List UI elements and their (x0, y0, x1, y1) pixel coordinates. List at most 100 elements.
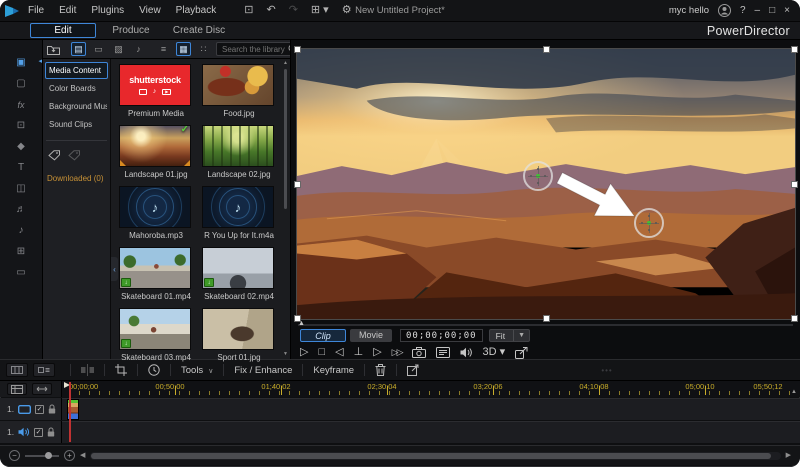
workspace-layout-icon[interactable]: ⊞ ▾ (311, 5, 329, 16)
storyboard-view-button[interactable] (33, 363, 55, 377)
resize-handle[interactable] (295, 47, 300, 52)
category-background-music[interactable]: Background Music (45, 98, 108, 115)
menu-edit[interactable]: Edit (59, 5, 76, 16)
media-thumbnail[interactable]: ↓ (202, 247, 274, 289)
subtitle-room-icon[interactable]: ▭ (0, 262, 42, 283)
add-tag-icon[interactable] (48, 148, 61, 166)
zoom-in-button[interactable]: + (64, 450, 75, 461)
fast-forward-button[interactable]: ▷▷ (392, 348, 402, 357)
range-select-icon[interactable] (407, 364, 420, 376)
import-media-icon[interactable] (46, 42, 61, 56)
media-item-landscape-01-jpg[interactable]: ✓Landscape 01.jpg (119, 125, 193, 186)
menu-plugins[interactable]: Plugins (91, 5, 124, 16)
zoom-fit-dropdown[interactable]: Fit ▼ (489, 329, 530, 342)
project-room-icon[interactable]: ▢ (0, 73, 42, 94)
resize-handle[interactable] (544, 47, 549, 52)
playhead[interactable] (69, 382, 71, 442)
preview-seekbar[interactable]: ▲ (298, 321, 793, 327)
media-thumbnail[interactable]: ↓ (119, 247, 191, 289)
tab-produce[interactable]: Produce (98, 23, 164, 38)
timeline-scrollbar[interactable] (90, 452, 780, 460)
lock-icon[interactable] (47, 427, 55, 437)
keyframe-button[interactable]: Keyframe (313, 365, 354, 376)
grid-scrollbar[interactable]: ▲ ▼ (283, 61, 288, 357)
transition-room-icon[interactable]: ◫ (0, 178, 42, 199)
media-item-premium-media[interactable]: shutterstock♪▶Premium Media (119, 64, 193, 125)
menu-file[interactable]: File (28, 5, 44, 16)
view-small-grid-icon[interactable]: ∷ (196, 42, 211, 56)
view-grid-icon[interactable]: ▦ (176, 42, 191, 56)
scrollbar-thumb[interactable] (284, 69, 287, 209)
menu-view[interactable]: View (139, 5, 161, 16)
track-enable-checkbox[interactable]: ✓ (35, 405, 44, 414)
downloaded-label[interactable]: Downloaded (0) (43, 168, 110, 189)
track-content[interactable] (62, 421, 800, 443)
scroll-down-icon[interactable]: ▼ (283, 352, 288, 357)
filter-video-icon[interactable]: ▭ (91, 42, 106, 56)
collapse-panel-button[interactable]: ‹ (111, 257, 118, 281)
scroll-left-icon[interactable]: ◀ (80, 452, 85, 459)
track-manager-button[interactable] (7, 383, 27, 395)
timecode-display[interactable]: 00;00;00;00 (400, 329, 483, 342)
panel-resize-grip[interactable]: ••• (601, 366, 612, 375)
track-enable-checkbox[interactable]: ✓ (34, 428, 43, 437)
tab-edit[interactable]: Edit (30, 23, 96, 38)
preview-quality-button[interactable] (436, 347, 450, 358)
help-button[interactable]: ? (740, 6, 746, 16)
select-mode-icon[interactable]: ⊡ (244, 5, 253, 16)
filter-audio-icon[interactable]: ♪ (131, 42, 146, 56)
resize-handle[interactable] (295, 182, 300, 187)
zoom-out-button[interactable]: − (9, 450, 20, 461)
media-item-sport-01-jpg[interactable]: Sport 01.jpg (202, 308, 276, 369)
next-frame-button[interactable]: ▷ (373, 347, 381, 358)
effect-room-icon[interactable]: fx (0, 94, 42, 115)
menu-playback[interactable]: Playback (176, 5, 217, 16)
media-thumbnail[interactable] (202, 308, 274, 350)
view-list-icon[interactable]: ≡ (156, 42, 171, 56)
seek-handle-icon[interactable]: ▲ (298, 320, 305, 328)
media-item-r-you-up-for-it-m4a[interactable]: ♪R You Up for It.m4a (202, 186, 276, 247)
media-item-food-jpg[interactable]: Food.jpg (202, 64, 276, 125)
particle-room-icon[interactable]: ◆ (0, 136, 42, 157)
resize-handle[interactable] (792, 316, 797, 321)
media-item-skateboard-02-mp4[interactable]: ↓Skateboard 02.mp4 (202, 247, 276, 308)
user-avatar[interactable] (718, 4, 731, 17)
filter-photo-icon[interactable]: ▨ (111, 42, 126, 56)
media-room-icon[interactable]: ▣ (0, 52, 42, 73)
category-color-boards[interactable]: Color Boards (45, 80, 108, 97)
redo-icon[interactable]: ↷ (289, 5, 298, 16)
scrollbar-thumb[interactable] (91, 453, 770, 459)
media-thumbnail[interactable] (202, 64, 274, 106)
play-button[interactable]: ▷ (300, 347, 308, 358)
preview-stage[interactable] (297, 49, 795, 319)
filter-all-media-icon[interactable]: ▤ (71, 42, 86, 56)
track-content[interactable] (62, 398, 800, 420)
user-name[interactable]: myc hello (669, 5, 709, 16)
undo-icon[interactable]: ↶ (266, 5, 275, 16)
pip-objects-room-icon[interactable]: ⊡ (0, 115, 42, 136)
category-media-content[interactable]: Media Content (45, 62, 108, 79)
stop-button[interactable]: □ (318, 347, 325, 358)
split-icon[interactable] (81, 364, 94, 376)
resize-handle[interactable] (792, 47, 797, 52)
category-sound-clips[interactable]: Sound Clips (45, 116, 108, 133)
audio-thumbnail[interactable]: ♪ (202, 186, 274, 228)
clip-mode-button[interactable]: Clip (300, 329, 346, 342)
media-thumbnail[interactable]: ✓ (119, 125, 191, 167)
chapter-room-icon[interactable]: ⊞ (0, 241, 42, 262)
snapshot-button[interactable] (412, 347, 426, 358)
audio-mixing-room-icon[interactable]: ♬ (0, 199, 42, 220)
range-marker-button[interactable] (32, 383, 52, 395)
movie-mode-button[interactable]: Movie (350, 329, 392, 342)
settings-gear-icon[interactable]: ⚙ (342, 5, 352, 16)
media-thumbnail[interactable]: ↓ (119, 308, 191, 350)
lock-icon[interactable] (48, 404, 56, 414)
close-button[interactable]: × (784, 6, 790, 16)
resize-handle[interactable] (544, 316, 549, 321)
maximize-button[interactable]: □ (769, 6, 775, 16)
media-thumbnail[interactable]: shutterstock♪▶ (119, 64, 191, 106)
timeline-zoom-slider[interactable] (25, 455, 59, 457)
scroll-right-icon[interactable]: ▶ (786, 452, 791, 459)
loop-marker-button[interactable]: ⊥ (354, 347, 364, 358)
search-input[interactable] (220, 44, 288, 55)
